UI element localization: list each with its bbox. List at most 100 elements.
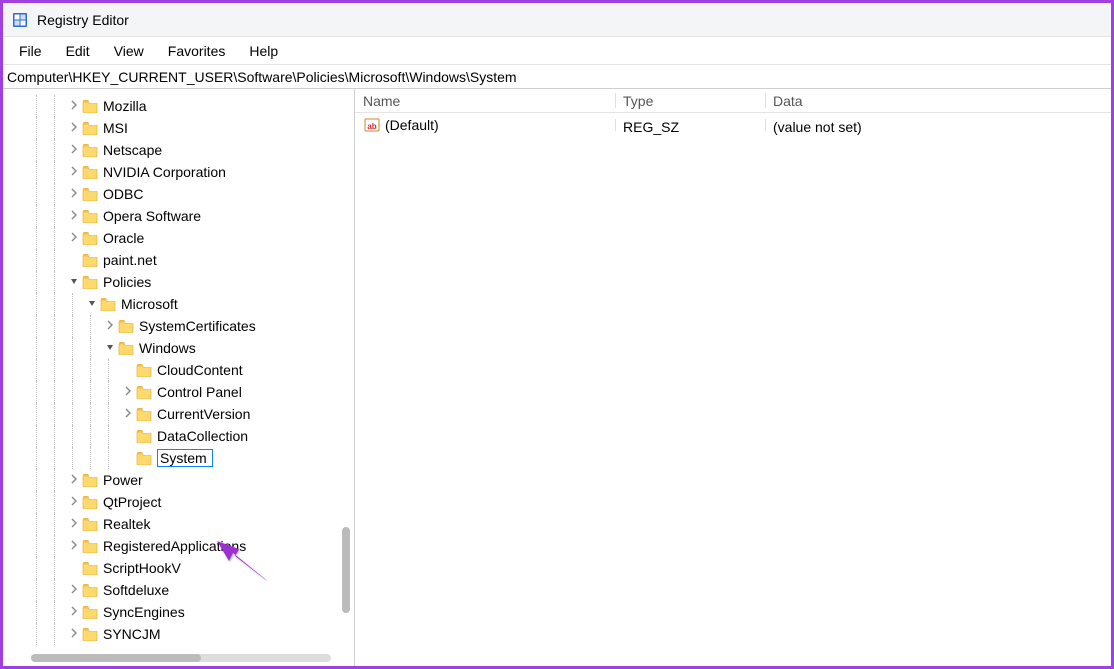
tree-item[interactable]: Windows	[5, 337, 354, 359]
tree-item[interactable]: Policies	[5, 271, 354, 293]
expander-icon[interactable]	[67, 100, 81, 113]
folder-icon	[117, 340, 135, 356]
tree-item-label: Power	[103, 472, 143, 488]
tree-item-label: ODBC	[103, 186, 143, 202]
folder-icon	[81, 186, 99, 202]
expander-icon[interactable]	[103, 342, 117, 355]
menu-edit[interactable]: Edit	[54, 39, 102, 63]
expander-icon[interactable]	[67, 628, 81, 641]
tree-pane: MozillaMSI Netscape NVIDIA Corporation ODBC…	[3, 89, 355, 666]
tree-item-label: Softdeluxe	[103, 582, 169, 598]
tree-item[interactable]: CurrentVersion	[5, 403, 354, 425]
tree-item-label: paint.net	[103, 252, 157, 268]
tree-item[interactable]: SystemCertificates	[5, 315, 354, 337]
folder-icon	[81, 164, 99, 180]
tree-item[interactable]: Netscape	[5, 139, 354, 161]
expander-icon[interactable]	[85, 298, 99, 311]
tree-item-label: CurrentVersion	[157, 406, 250, 422]
folder-icon	[135, 428, 153, 444]
horizontal-scroll-thumb[interactable]	[31, 654, 201, 662]
tree-item-label: ScriptHookV	[103, 560, 181, 576]
expander-icon[interactable]	[67, 232, 81, 245]
expander-icon[interactable]	[67, 166, 81, 179]
values-pane: Name Type Data ab(Default)REG_SZ(value n…	[355, 89, 1111, 666]
folder-icon	[81, 516, 99, 532]
tree-item-label: CloudContent	[157, 362, 243, 378]
tree-view[interactable]: MozillaMSI Netscape NVIDIA Corporation ODBC…	[3, 89, 354, 666]
column-header-type[interactable]: Type	[615, 89, 765, 112]
tree-item-label: SystemCertificates	[139, 318, 256, 334]
tree-item[interactable]: Opera Software	[5, 205, 354, 227]
tree-item[interactable]: MSI	[5, 117, 354, 139]
expander-icon[interactable]	[121, 408, 135, 421]
expander-icon[interactable]	[121, 386, 135, 399]
tree-item[interactable]: SyncEngines	[5, 601, 354, 623]
expander-icon[interactable]	[67, 606, 81, 619]
menu-favorites[interactable]: Favorites	[156, 39, 238, 63]
tree-item[interactable]: Control Panel	[5, 381, 354, 403]
folder-icon	[81, 494, 99, 510]
window-title: Registry Editor	[37, 12, 129, 28]
tree-item-label: DataCollection	[157, 428, 248, 444]
horizontal-scrollbar[interactable]	[31, 654, 331, 662]
tree-item[interactable]: Realtek	[5, 513, 354, 535]
value-type: REG_SZ	[615, 115, 765, 135]
title-bar: Registry Editor	[3, 3, 1111, 37]
column-header-data[interactable]: Data	[765, 89, 1111, 112]
menu-help[interactable]: Help	[237, 39, 290, 63]
folder-icon	[81, 98, 99, 114]
expander-icon[interactable]	[67, 496, 81, 509]
tree-item[interactable]: QtProject	[5, 491, 354, 513]
tree-item[interactable]: ODBC	[5, 183, 354, 205]
menu-view[interactable]: View	[102, 39, 156, 63]
expander-icon[interactable]	[67, 584, 81, 597]
expander-icon[interactable]	[67, 144, 81, 157]
expander-icon[interactable]	[67, 474, 81, 487]
expander-icon[interactable]	[67, 518, 81, 531]
tree-item-label: SyncEngines	[103, 604, 185, 620]
value-row[interactable]: ab(Default)REG_SZ(value not set)	[355, 113, 1111, 137]
tree-item[interactable]: CloudContent	[5, 359, 354, 381]
expander-icon[interactable]	[67, 276, 81, 289]
tree-item[interactable]: Power	[5, 469, 354, 491]
tree-item[interactable]: NVIDIA Corporation	[5, 161, 354, 183]
values-list[interactable]: ab(Default)REG_SZ(value not set)	[355, 113, 1111, 137]
folder-icon	[81, 604, 99, 620]
tree-item[interactable]: SYNCJM	[5, 623, 354, 645]
tree-item[interactable]: Softdeluxe	[5, 579, 354, 601]
vertical-scroll-thumb[interactable]	[342, 527, 350, 613]
tree-item[interactable]: ScriptHookV	[5, 557, 354, 579]
app-icon	[11, 11, 29, 29]
folder-icon	[81, 560, 99, 576]
tree-item-label: Oracle	[103, 230, 144, 246]
folder-icon	[81, 582, 99, 598]
value-data: (value not set)	[765, 115, 1111, 135]
folder-icon	[81, 538, 99, 554]
folder-icon	[135, 450, 153, 466]
expander-icon[interactable]	[103, 320, 117, 333]
tree-item-label: Microsoft	[121, 296, 178, 312]
expander-icon[interactable]	[67, 210, 81, 223]
tree-item-label: Policies	[103, 274, 151, 290]
tree-item[interactable]: RegisteredApplications	[5, 535, 354, 557]
folder-icon	[81, 252, 99, 268]
expander-icon[interactable]	[67, 540, 81, 553]
expander-icon[interactable]	[67, 188, 81, 201]
tree-item[interactable]: paint.net	[5, 249, 354, 271]
folder-icon	[81, 626, 99, 642]
tree-item[interactable]: Oracle	[5, 227, 354, 249]
address-bar[interactable]: Computer\HKEY_CURRENT_USER\Software\Poli…	[3, 65, 1111, 89]
tree-item-label: Windows	[139, 340, 196, 356]
folder-icon	[135, 362, 153, 378]
folder-icon	[99, 296, 117, 312]
tree-item-label: Realtek	[103, 516, 150, 532]
tree-item-rename-input[interactable]	[157, 449, 213, 467]
tree-item[interactable]: DataCollection	[5, 425, 354, 447]
tree-item[interactable]: Mozilla	[5, 95, 354, 117]
menu-file[interactable]: File	[7, 39, 54, 63]
expander-icon[interactable]	[67, 122, 81, 135]
tree-item-label: Netscape	[103, 142, 162, 158]
tree-item[interactable]	[5, 447, 354, 469]
tree-item[interactable]: Microsoft	[5, 293, 354, 315]
column-header-name[interactable]: Name	[355, 89, 615, 112]
